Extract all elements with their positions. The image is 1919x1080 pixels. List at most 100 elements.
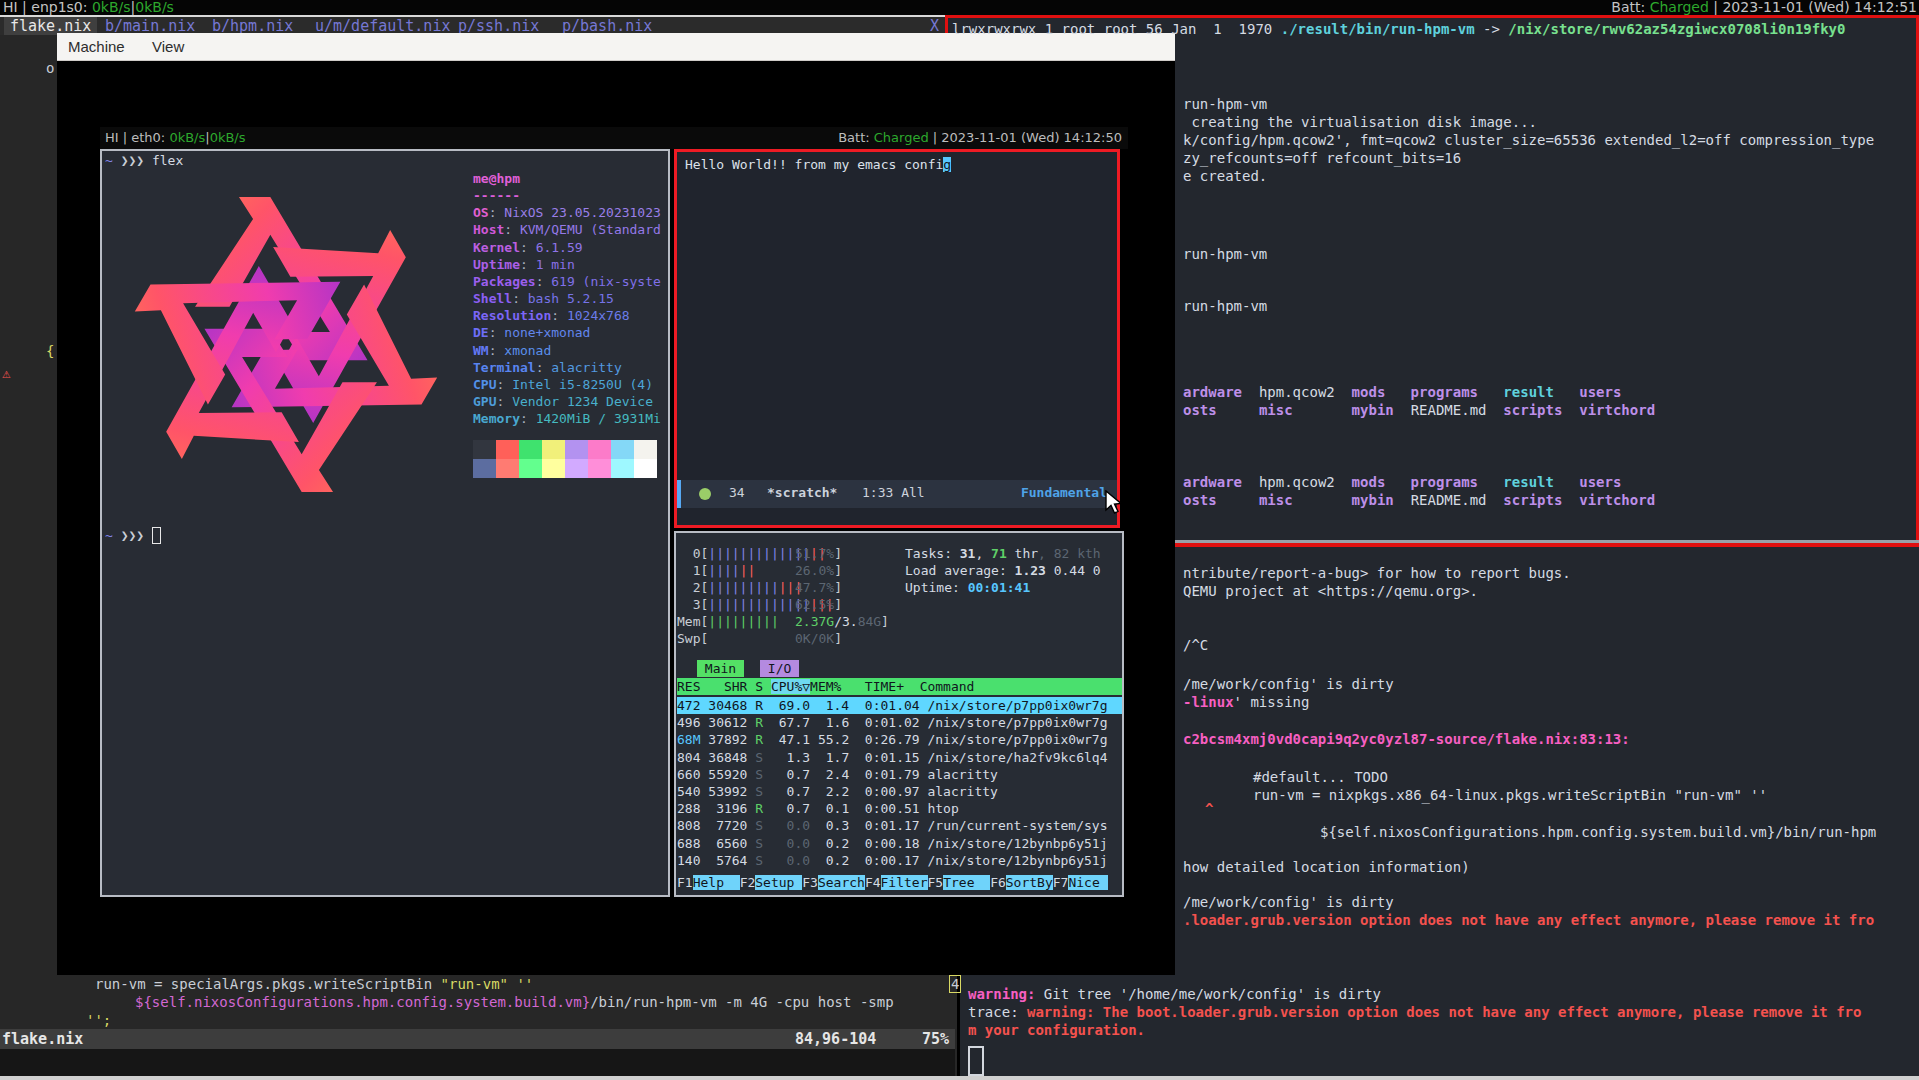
palette-swatch xyxy=(519,459,542,478)
htop-meter-value: 47.7%] xyxy=(795,579,842,596)
menu-machine[interactable]: Machine xyxy=(68,33,125,60)
nixos-logo xyxy=(110,172,462,517)
host-net-status: HI | enp1s0: 0kB/s|0kB/s xyxy=(3,0,174,15)
palette-swatch xyxy=(611,440,634,459)
terminal-line: c2bcsm4xmj0vd0capi9q2yc0yzl87-source/fla… xyxy=(1183,730,1630,748)
terminal-line: k/config/hpm.qcow2', fmt=qcow2 cluster_s… xyxy=(1183,131,1874,149)
terminal-line: #default... TODO xyxy=(1253,768,1388,786)
vm-prompt: ~ ❯❯❯ flex xyxy=(105,152,183,169)
editor-gutter-glyph: o xyxy=(46,59,54,77)
neofetch-line: me@hpm xyxy=(473,170,520,187)
vm-prompt: ~ ❯❯❯ xyxy=(105,527,161,544)
palette-swatch xyxy=(542,459,565,478)
vm-net-status: HI | eth0: 0kB/s|0kB/s xyxy=(105,127,246,149)
htop-summary: Tasks: 31, 71 thr, 82 kth xyxy=(905,545,1101,562)
terminal-line: QEMU project at <https://qemu.org>. xyxy=(1183,582,1478,600)
htop-meter: 1[|||||| xyxy=(677,562,755,579)
host-batt-clock: Batt: Charged | 2023-11-01 (Wed) 14:12:5… xyxy=(1611,0,1917,15)
htop-process-row[interactable]: 808 7720 S 0.0 0.3 0:01.17 /run/current-… xyxy=(677,817,1108,834)
vm-batt-clock: Batt: Charged | 2023-11-01 (Wed) 14:12:5… xyxy=(838,127,1122,149)
terminal-line: osts misc mybin README.md scripts virtch… xyxy=(1183,491,1655,509)
htop-process-row[interactable]: 496 30612 R 67.7 1.6 0:01.02 /nix/store/… xyxy=(677,714,1107,731)
terminal-cursor xyxy=(968,1046,984,1076)
htop-meter: 2[|||||||||||| xyxy=(677,579,802,596)
emacs-major-mode: Fundamental xyxy=(1021,485,1107,500)
window-bottom-border xyxy=(0,1076,1919,1080)
htop-process-row[interactable]: 540 53992 S 0.7 2.2 0:00.97 alacritty xyxy=(677,783,998,800)
neofetch-line: OS: NixOS 23.05.20231023 xyxy=(473,204,661,221)
terminal-line: ${self.nixosConfigurations.hpm.config.sy… xyxy=(1320,823,1876,841)
terminal-line: /me/work/config' is dirty xyxy=(1183,675,1394,693)
htop-process-row[interactable]: 688 6560 S 0.0 0.2 0:00.18 /nix/store/12… xyxy=(677,835,1108,852)
terminal-line: ntribute/report-a-bug> for how to report… xyxy=(1183,564,1571,582)
modeline-dot xyxy=(699,488,711,500)
htop-process-row[interactable]: 288 3196 R 0.7 0.1 0:00.51 htop xyxy=(677,800,959,817)
htop-fkey-bar[interactable]: F1Help F2Setup F3SearchF4FilterF5Tree F6… xyxy=(677,874,1108,891)
terminal-line: /me/work/config' is dirty xyxy=(1183,893,1394,911)
htop-tab-main: Main xyxy=(697,660,744,677)
terminal-line: ardware hpm.qcow2 mods programs result u… xyxy=(1183,473,1621,491)
palette-swatch xyxy=(519,440,542,459)
palette-swatch xyxy=(634,440,657,459)
htop-meter-value: 2.37G/3.84G] xyxy=(795,613,889,630)
neofetch-line: Memory: 1420MiB / 3931Mi xyxy=(473,410,661,427)
editor-gutter-glyph: ⚠ xyxy=(2,364,10,382)
palette-swatch xyxy=(496,440,519,459)
editor-command-row xyxy=(0,1049,955,1076)
emacs-cursor: g xyxy=(943,157,951,172)
status-percent: 75% xyxy=(922,1029,949,1049)
palette-swatch xyxy=(611,459,634,478)
terminal-line: ardware hpm.qcow2 mods programs result u… xyxy=(1183,383,1621,401)
palette-swatch xyxy=(565,459,588,478)
status-filename: flake.nix xyxy=(2,1029,83,1049)
terminal-line: e created. xyxy=(1183,167,1267,185)
host-status-bar: HI | enp1s0: 0kB/s|0kB/s Batt: Charged |… xyxy=(0,0,1919,15)
htop-header[interactable]: RES SHR S CPU%▽MEM% TIME+ Command xyxy=(677,678,1122,695)
vm-terminal-window[interactable] xyxy=(100,149,670,897)
terminal-line: .loader.grub.version option does not hav… xyxy=(1183,911,1874,929)
terminal-line: m your configuration. xyxy=(968,1021,1145,1039)
htop-meter-value: 51.7%] xyxy=(795,545,842,562)
htop-meter-value: 62.5%] xyxy=(795,596,842,613)
palette-swatch xyxy=(565,440,588,459)
htop-process-row[interactable]: 660 55920 S 0.7 2.4 0:01.79 alacritty xyxy=(677,766,998,783)
vm-status-bar: HI | eth0: 0kB/s|0kB/s Batt: Charged | 2… xyxy=(100,127,1128,149)
neofetch-line: Shell: bash 5.2.15 xyxy=(473,290,614,307)
htop-meter: Mem[||||||||| xyxy=(677,613,779,630)
htop-summary: Load average: 1.23 0.44 0 xyxy=(905,562,1101,579)
terminal-line: run-hpm-vm xyxy=(1183,95,1267,113)
terminal-line: run-vm = nixpkgs.x86_64-linux.pkgs.write… xyxy=(1253,786,1767,804)
htop-meter-value: 0K/0K] xyxy=(795,630,842,647)
terminal-line: -linux' missing xyxy=(1183,693,1309,711)
palette-swatch xyxy=(634,459,657,478)
editor-code-line: run-vm = specialArgs.pkgs.writeScriptBin… xyxy=(95,975,533,993)
neofetch-line: Host: KVM/QEMU (Standard xyxy=(473,221,661,238)
palette-swatch xyxy=(473,440,496,459)
terminal-line: run-hpm-vm xyxy=(1183,245,1267,263)
vm-emacs-window[interactable]: Hello World!! from my emacs config 34 *s… xyxy=(674,149,1120,528)
terminal-line: creating the virtualisation disk image..… xyxy=(1183,113,1537,131)
htop-process-row[interactable]: 804 36848 S 1.3 1.7 0:01.15 /nix/store/h… xyxy=(677,749,1107,766)
terminal-line: lrwxrwxrwx 1 root root 56 Jan 1 1970 ./r… xyxy=(952,20,1845,38)
htop-process-row[interactable]: 472 30468 R 69.0 1.4 0:01.04 /nix/store/… xyxy=(677,697,1122,714)
neofetch-line: DE: none+xmonad xyxy=(473,324,590,341)
neofetch-line: GPU: Vendor 1234 Device xyxy=(473,393,653,410)
htop-process-row[interactable]: 140 5764 S 0.0 0.2 0:00.17 /nix/store/12… xyxy=(677,852,1108,869)
emacs-buffer-text: Hello World!! from my emacs config xyxy=(685,156,951,173)
neofetch-line: CPU: Intel i5-8250U (4) xyxy=(473,376,653,393)
editor-status-bar: flake.nix 84,96-104 75% xyxy=(0,1029,955,1049)
terminal-line: osts misc mybin README.md scripts virtch… xyxy=(1183,401,1655,419)
emacs-modeline: 34 *scratch* 1:33 All Fundamental xyxy=(677,480,1117,508)
htop-process-row[interactable]: 68M 37892 R 47.1 55.2 0:26.79 /nix/store… xyxy=(677,731,1107,748)
editor-code-line: ''; xyxy=(86,1011,111,1029)
htop-summary: Uptime: 00:01:41 xyxy=(905,579,1030,596)
palette-swatch xyxy=(588,459,611,478)
editor-gutter-glyph: { xyxy=(46,342,54,360)
palette-swatch xyxy=(496,459,519,478)
htop-meter-value: 26.0%] xyxy=(795,562,842,579)
terminal-line: trace: warning: The boot.loader.grub.ver… xyxy=(968,1003,1861,1021)
neofetch-line: Packages: 619 (nix-syste xyxy=(473,273,661,290)
terminal-line: ^ xyxy=(1205,800,1213,818)
terminal-line: how detailed location information) xyxy=(1183,858,1470,876)
menu-view[interactable]: View xyxy=(152,33,184,60)
